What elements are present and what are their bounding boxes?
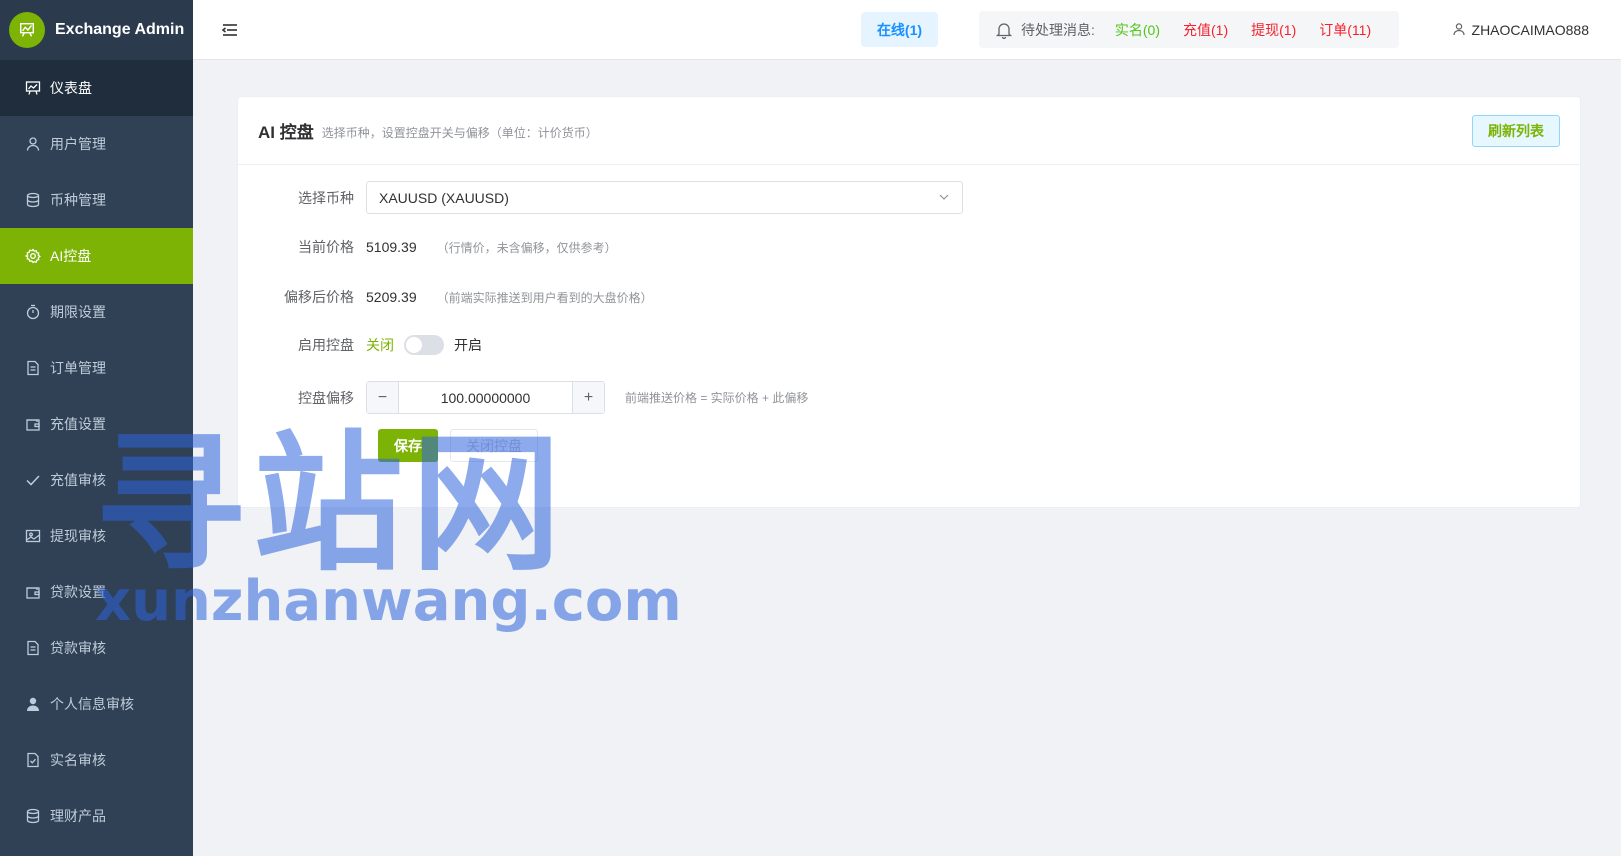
pending-label: 待处理消息: — [1021, 21, 1095, 38]
symbol-row: 选择币种 XAUUSD (XAUUSD) — [238, 181, 963, 214]
sidebar-item-label: 实名审核 — [50, 752, 106, 768]
offset-input[interactable]: 100.00000000 — [399, 382, 572, 413]
current-price-label: 当前价格 — [298, 239, 354, 255]
document-icon — [24, 639, 42, 657]
sidebar-item-dashboard[interactable]: 仪表盘 — [0, 60, 193, 116]
pending-recharge-link[interactable]: 充值(1) — [1183, 20, 1228, 40]
top-header: 在线(1) 待处理消息: 实名(0) 充值(1) 提现(1) 订单(11) ZH… — [193, 0, 1621, 60]
pending-messages: 待处理消息: 实名(0) 充值(1) 提现(1) 订单(11) — [979, 11, 1399, 48]
sidebar-item-term-settings[interactable]: 期限设置 — [0, 284, 193, 340]
current-price-hint: （行情价，未含偏移，仅供参考） — [436, 240, 617, 255]
sidebar-item-users[interactable]: 用户管理 — [0, 116, 193, 172]
ai-control-card: AI 控盘 选择币种，设置控盘开关与偏移（单位：计价货币） 刷新列表 选择币种 … — [237, 96, 1581, 508]
bell-icon — [995, 21, 1013, 39]
toggle-off-label: 关闭 — [366, 337, 394, 353]
actions-row: 保存 关闭控盘 — [378, 429, 538, 462]
sidebar-item-withdraw-review[interactable]: 提现审核 — [0, 508, 193, 564]
chevron-down-icon — [938, 190, 950, 206]
username: ZHAOCAIMAO888 — [1471, 22, 1589, 38]
save-button[interactable]: 保存 — [378, 429, 438, 462]
sidebar-item-label: 贷款审核 — [50, 640, 106, 656]
page-title: AI 控盘 — [258, 123, 314, 142]
sidebar-item-label: 仪表盘 — [50, 80, 92, 96]
symbol-label: 选择币种 — [298, 189, 354, 206]
sidebar-item-currencies[interactable]: 币种管理 — [0, 172, 193, 228]
disable-control-button: 关闭控盘 — [450, 429, 538, 462]
database-icon — [24, 807, 42, 825]
menu-toggle-icon[interactable] — [221, 21, 239, 39]
sidebar-item-realname-review[interactable]: 实名审核 — [0, 732, 193, 788]
brand-title: Exchange Admin — [55, 21, 185, 38]
sidebar-item-label: 个人信息审核 — [50, 696, 134, 712]
enable-row: 启用控盘 关闭 开启 — [238, 335, 482, 355]
user-icon — [24, 135, 42, 153]
sidebar-item-label: 充值设置 — [50, 416, 106, 432]
offset-price-value: 5209.39 — [366, 289, 417, 305]
sidebar-item-profile-review[interactable]: 个人信息审核 — [0, 676, 193, 732]
sidebar-item-label: 币种管理 — [50, 192, 106, 208]
sidebar-item-label: AI控盘 — [50, 248, 92, 264]
page-subtitle: 选择币种，设置控盘开关与偏移（单位：计价货币） — [321, 125, 598, 140]
sidebar-item-label: 提现审核 — [50, 528, 106, 544]
minus-icon: − — [377, 388, 388, 406]
sidebar-item-label: 理财产品 — [50, 808, 106, 824]
timer-icon — [24, 303, 42, 321]
pending-realname-link[interactable]: 实名(0) — [1115, 20, 1160, 40]
sidebar-item-orders[interactable]: 订单管理 — [0, 340, 193, 396]
pending-orders-link[interactable]: 订单(11) — [1319, 20, 1371, 40]
document-check-icon — [24, 751, 42, 769]
offset-row: 控盘偏移 − 100.00000000 + 前端推送价格 = 实际价格 + 此偏… — [238, 381, 808, 414]
offset-hint: 前端推送价格 = 实际价格 + 此偏移 — [625, 391, 809, 405]
sidebar-item-recharge-settings[interactable]: 充值设置 — [0, 396, 193, 452]
offset-price-row: 偏移后价格 5209.39 （前端实际推送到用户看到的大盘价格） — [238, 287, 653, 307]
wallet-icon — [24, 583, 42, 601]
card-header: AI 控盘 选择币种，设置控盘开关与偏移（单位：计价货币） 刷新列表 — [238, 97, 1580, 165]
sidebar-item-label: 订单管理 — [50, 360, 106, 376]
sidebar-item-recharge-review[interactable]: 充值审核 — [0, 452, 193, 508]
decrement-button[interactable]: − — [367, 382, 399, 413]
sidebar-item-label: 期限设置 — [50, 304, 106, 320]
switch-knob — [406, 337, 422, 353]
sidebar-item-loan-review[interactable]: 贷款审核 — [0, 620, 193, 676]
toggle-on-label: 开启 — [454, 337, 482, 353]
person-icon — [24, 695, 42, 713]
user-menu[interactable]: ZHAOCAIMAO888 — [1452, 0, 1589, 60]
image-icon — [24, 527, 42, 545]
offset-price-hint: （前端实际推送到用户看到的大盘价格） — [436, 290, 653, 305]
brand[interactable]: Exchange Admin — [0, 0, 193, 60]
database-icon — [24, 191, 42, 209]
sidebar-item-wealth-products[interactable]: 理财产品 — [0, 788, 193, 844]
enable-control-switch[interactable] — [404, 335, 444, 355]
sidebar-item-ai-control[interactable]: AI控盘 — [0, 228, 193, 284]
current-price-value: 5109.39 — [366, 239, 417, 255]
user-icon — [1452, 22, 1466, 39]
offset-stepper: − 100.00000000 + — [366, 381, 605, 414]
chart-icon — [24, 79, 42, 97]
online-badge[interactable]: 在线(1) — [861, 12, 938, 47]
refresh-list-button[interactable]: 刷新列表 — [1472, 115, 1560, 147]
logo-icon — [9, 12, 45, 48]
check-icon — [24, 471, 42, 489]
pending-withdraw-link[interactable]: 提现(1) — [1251, 20, 1296, 40]
gear-icon — [24, 247, 42, 265]
offset-label: 控盘偏移 — [298, 389, 354, 406]
sidebar-item-label: 用户管理 — [50, 136, 106, 152]
plus-icon: + — [583, 388, 594, 406]
document-icon — [24, 359, 42, 377]
offset-price-label: 偏移后价格 — [284, 289, 354, 305]
sidebar: Exchange Admin 仪表盘 用户管理 币种管理 AI控盘 期限设置 订… — [0, 0, 193, 856]
wallet-icon — [24, 415, 42, 433]
symbol-select-value: XAUUSD (XAUUSD) — [379, 189, 509, 206]
increment-button[interactable]: + — [572, 382, 604, 413]
symbol-select[interactable]: XAUUSD (XAUUSD) — [366, 181, 963, 214]
sidebar-item-label: 贷款设置 — [50, 584, 106, 600]
enable-label: 启用控盘 — [298, 337, 354, 353]
sidebar-item-label: 充值审核 — [50, 472, 106, 488]
sidebar-item-loan-settings[interactable]: 贷款设置 — [0, 564, 193, 620]
current-price-row: 当前价格 5109.39 （行情价，未含偏移，仅供参考） — [238, 237, 617, 257]
